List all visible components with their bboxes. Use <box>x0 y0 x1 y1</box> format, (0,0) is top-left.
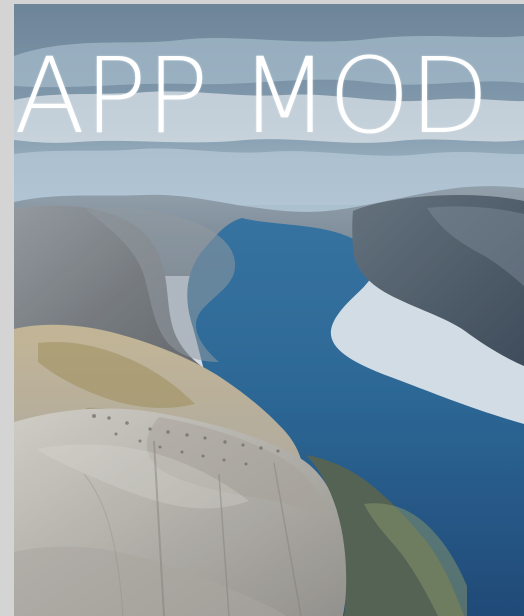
page-title: APP MOD <box>14 35 489 157</box>
hero-card[interactable]: APP MOD <box>14 4 524 616</box>
app-page: APP MOD <box>0 0 524 616</box>
